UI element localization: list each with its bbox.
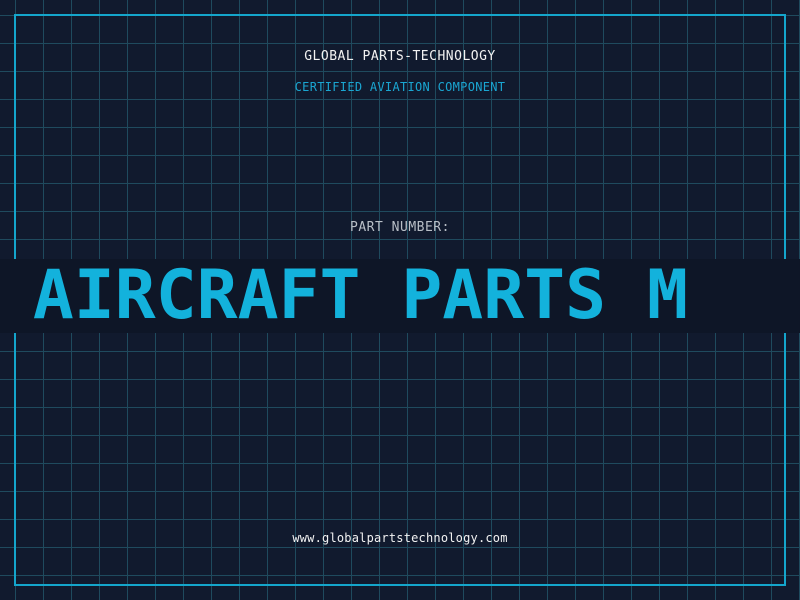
marquee-text: O AIRCRAFT PARTS M xyxy=(0,259,688,333)
part-number-label: PART NUMBER: xyxy=(350,220,450,235)
website-link[interactable]: www.globalpartstechnology.com xyxy=(0,531,800,545)
part-number-marquee: O AIRCRAFT PARTS M xyxy=(0,259,800,333)
certification-tagline: CERTIFIED AVIATION COMPONENT xyxy=(294,80,506,94)
brand-title: GLOBAL PARTS-TECHNOLOGY xyxy=(304,49,496,64)
part-label-screen: { "header": { "brand": "GLOBAL PARTS-TEC… xyxy=(0,0,800,600)
